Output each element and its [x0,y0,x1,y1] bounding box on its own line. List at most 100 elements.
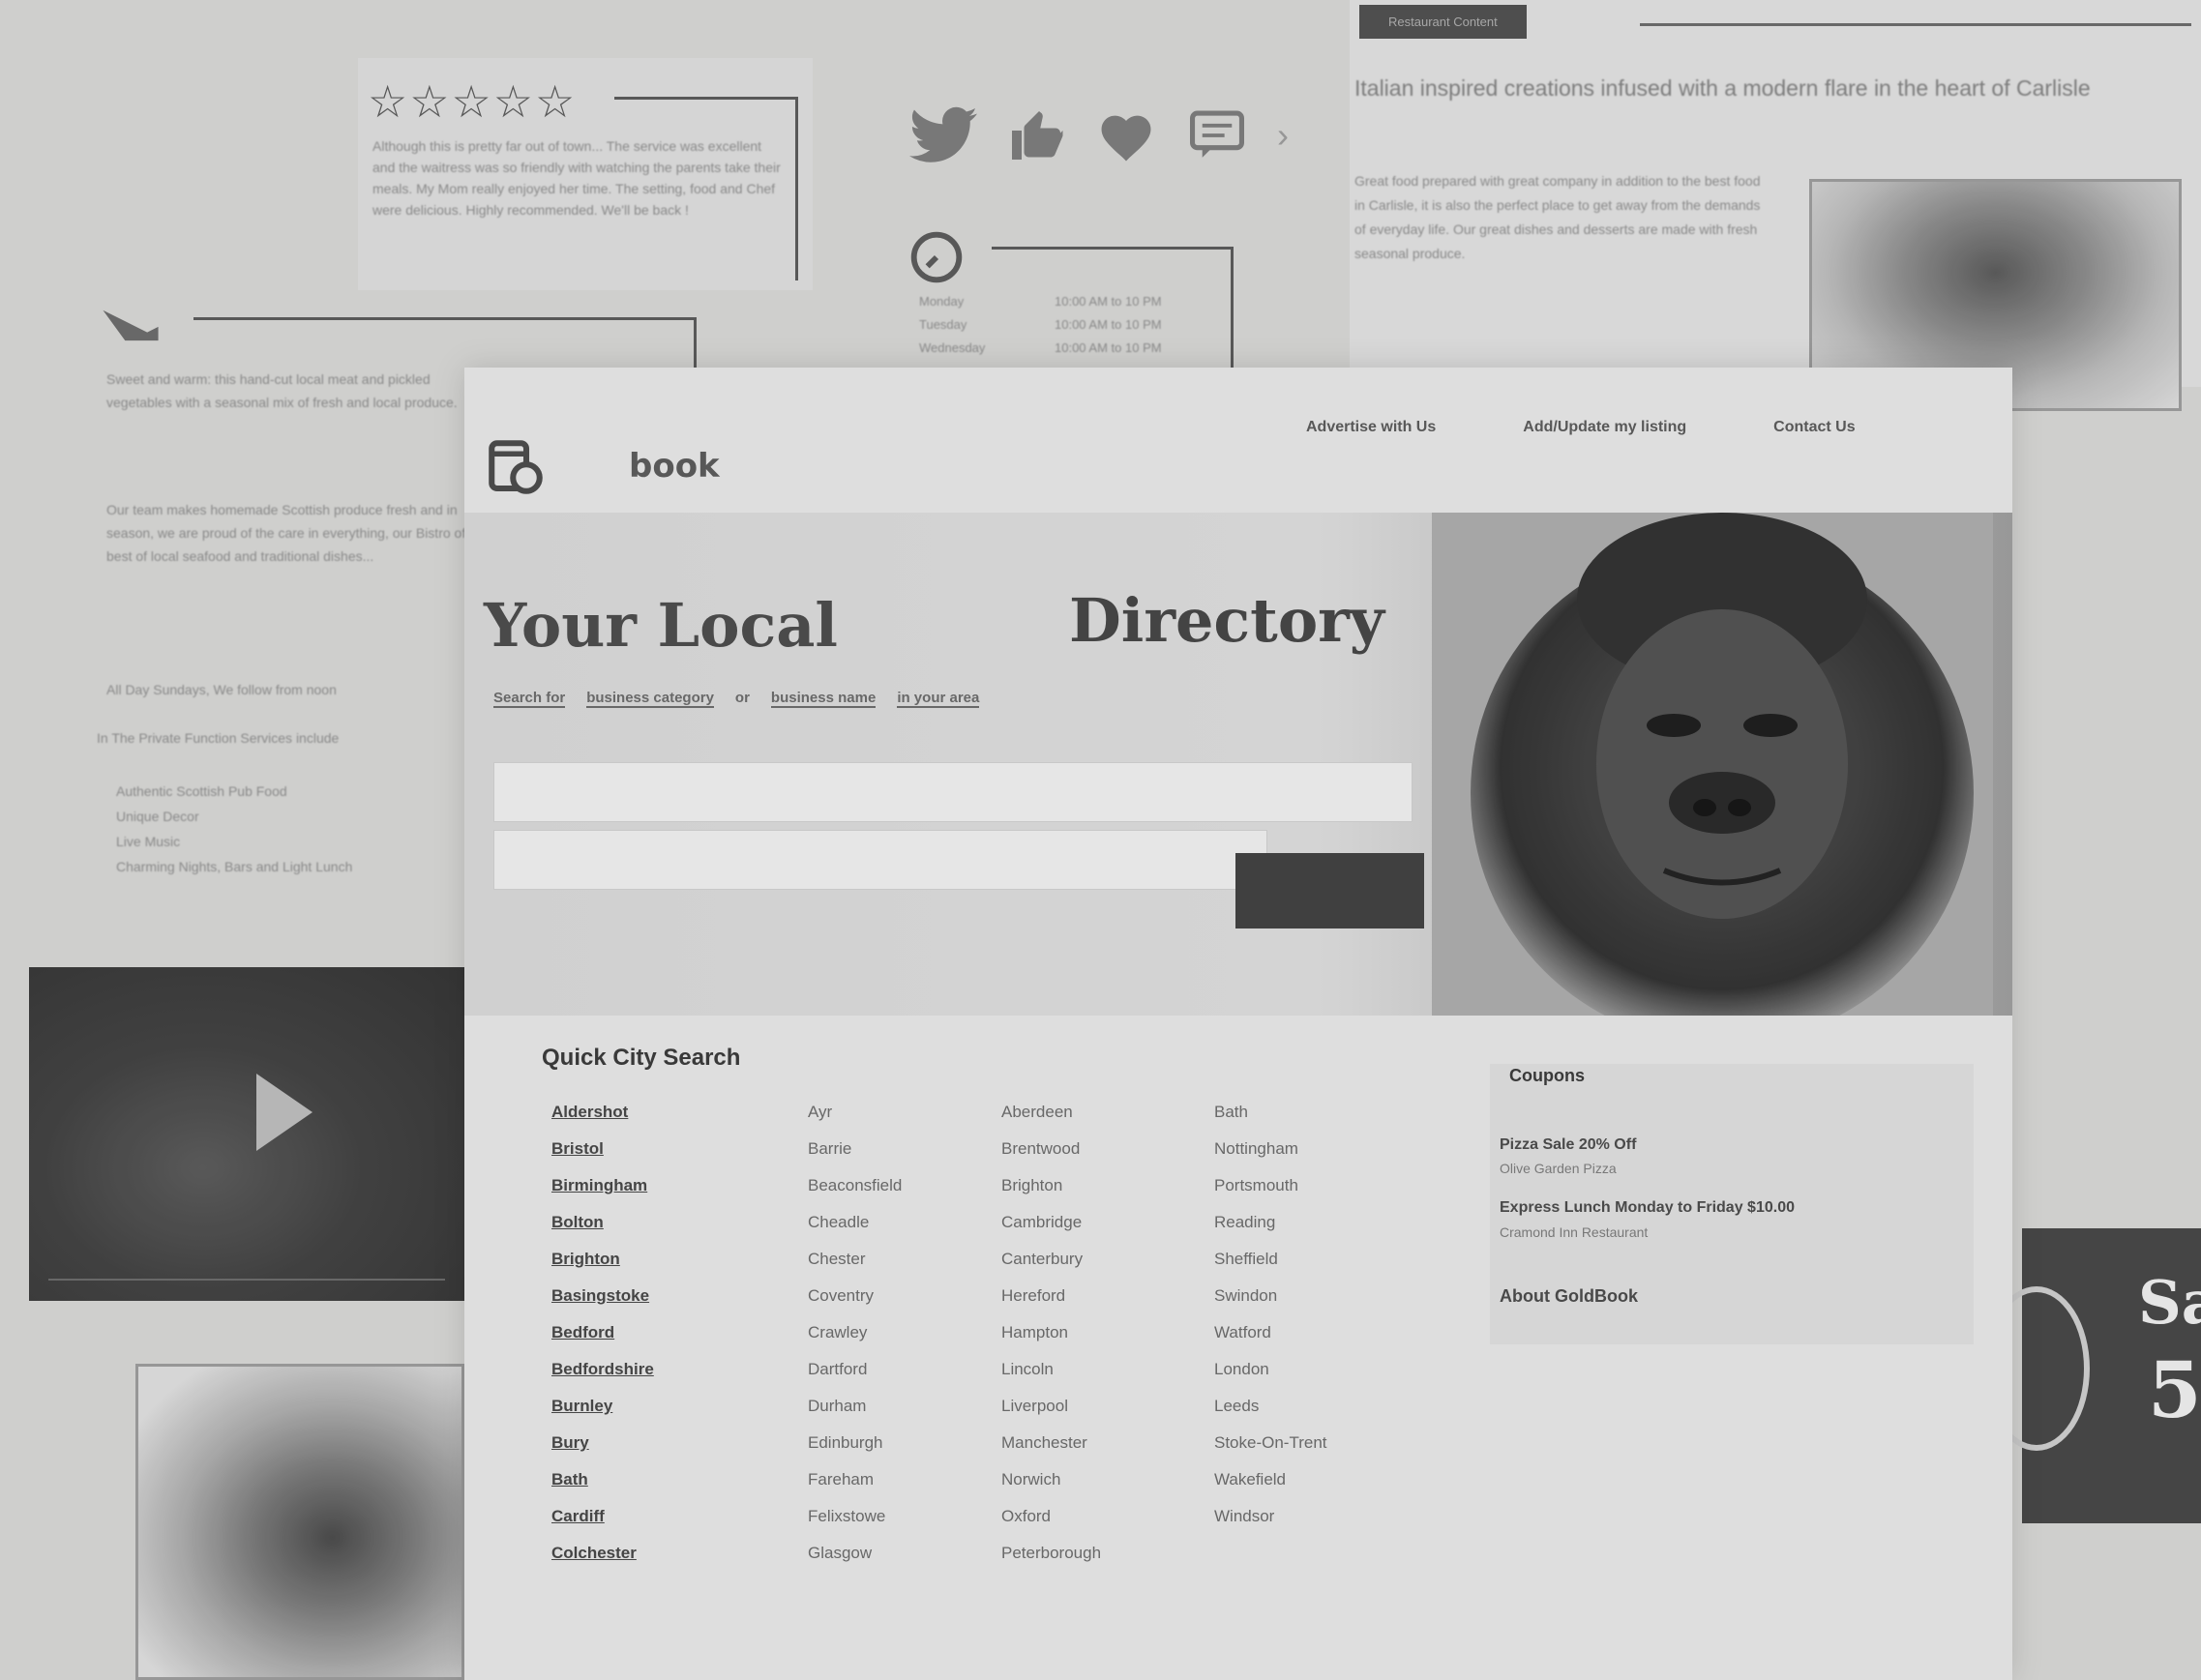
hours-table: Monday 10:00 AM to 10 PM Tuesday 10:00 AM … [919,290,1162,360]
city-link[interactable]: Peterborough [1001,1544,1101,1563]
chevron-right-icon[interactable]: › [1277,115,1289,156]
city-link[interactable]: Basingstoke [551,1286,654,1306]
article-paragraph-2: Our team makes homemade Scottish produce… [106,502,489,564]
social-icons-row: › [909,106,1289,164]
book-logo-icon[interactable] [484,435,548,499]
coupon-2-title[interactable]: Express Lunch Monday to Friday $10.00 [1500,1199,1795,1217]
pen-icon [103,309,159,341]
thumbs-up-icon[interactable] [1006,106,1066,164]
clock-icon [910,231,963,283]
nav-advertise[interactable]: Advertise with Us [1306,419,1436,436]
quick-city-search-title: Quick City Search [542,1045,741,1071]
city-link[interactable]: Burnley [551,1397,654,1416]
site-logo-text[interactable]: book [629,447,720,486]
about-link[interactable]: About GoldBook [1500,1286,1638,1307]
article-line-4: In The Private Function Services include [97,730,340,746]
directory-website: book Advertise with Us Add/Update my lis… [464,368,2012,1680]
city-link[interactable]: Swindon [1214,1286,1327,1306]
city-link[interactable]: Bedfordshire [551,1360,654,1379]
twitter-icon[interactable] [909,106,977,164]
city-link[interactable]: Reading [1214,1213,1327,1232]
city-link[interactable]: London [1214,1360,1327,1379]
restaurant-tag: Restaurant Content [1359,5,1527,39]
city-link[interactable]: Felixstowe [808,1507,902,1526]
city-link[interactable]: Lincoln [1001,1360,1101,1379]
city-link[interactable]: Durham [808,1397,902,1416]
text-line [2017,474,2201,629]
list-item: Unique Decor [116,809,199,824]
city-link[interactable]: Bury [551,1433,654,1453]
city-link[interactable]: Windsor [1214,1507,1327,1526]
city-link[interactable]: Birmingham [551,1176,654,1195]
hero-title-part-1: Your Local [484,590,838,661]
article-panel: Sweet and warm: this hand-cut local meat… [87,290,697,919]
coupon-1-detail: Olive Garden Pizza [1500,1161,1617,1176]
city-link[interactable]: Cheadle [808,1213,902,1232]
location-search-input[interactable] [493,830,1267,890]
city-link[interactable]: Hereford [1001,1286,1101,1306]
heart-icon[interactable] [1095,108,1157,162]
nav-add-listing[interactable]: Add/Update my listing [1523,419,1686,436]
city-link[interactable]: Watford [1214,1323,1327,1342]
hero-sub-item: business category [586,690,714,708]
city-link[interactable]: Leeds [1214,1397,1327,1416]
city-link[interactable]: Canterbury [1001,1250,1101,1269]
city-link[interactable]: Brighton [1001,1176,1101,1195]
city-link[interactable]: Aldershot [551,1103,654,1122]
city-link[interactable]: Coventry [808,1286,902,1306]
city-link[interactable]: Brentwood [1001,1139,1101,1159]
city-link[interactable]: Norwich [1001,1470,1101,1489]
category-search-input[interactable] [493,762,1413,822]
restaurant-panel: Restaurant Content Italian inspired crea… [1350,0,2201,411]
city-link[interactable]: Manchester [1001,1433,1101,1453]
article-line-3: All Day Sundays, We follow from noon [106,682,337,697]
hours-card: Monday 10:00 AM to 10 PM Tuesday 10:00 AM … [909,222,1238,368]
city-link[interactable]: Brighton [551,1250,654,1269]
city-link[interactable]: Bath [1214,1103,1327,1122]
city-link[interactable]: Crawley [808,1323,902,1342]
city-link[interactable]: Liverpool [1001,1397,1101,1416]
coupons-title: Coupons [1509,1066,1585,1085]
coupon-1-title[interactable]: Pizza Sale 20% Off [1500,1136,1636,1154]
badge-line-2: 5 [2148,1344,2201,1435]
hero-sub-item: in your area [897,690,980,708]
hero-sub-item: or [734,690,750,706]
city-link[interactable]: Ayr [808,1103,902,1122]
article-paragraph-1: Sweet and warm: this hand-cut local meat… [106,371,458,410]
city-link[interactable]: Wakefield [1214,1470,1327,1489]
city-link[interactable]: Fareham [808,1470,902,1489]
hero-sub-item: business name [770,690,877,708]
city-link[interactable]: Cambridge [1001,1213,1101,1232]
city-link[interactable]: Oxford [1001,1507,1101,1526]
review-text: Although this is pretty far out of town.… [372,138,781,218]
city-link[interactable]: Chester [808,1250,902,1269]
city-link[interactable]: Barrie [808,1139,902,1159]
city-link[interactable]: Dartford [808,1360,902,1379]
city-link[interactable]: Bristol [551,1139,654,1159]
promo-badge: Sa 5 [1983,1228,2201,1523]
comment-icon[interactable] [1186,108,1248,162]
video-controls[interactable] [48,1279,445,1286]
hours-row: Monday 10:00 AM to 10 PM [919,294,1162,309]
city-link[interactable]: Colchester [551,1544,654,1563]
city-link[interactable]: Bath [551,1470,654,1489]
city-link[interactable]: Glasgow [808,1544,902,1563]
city-link[interactable]: Cardiff [551,1507,654,1526]
dish-photo [135,1364,464,1680]
city-link[interactable]: Bolton [551,1213,654,1232]
city-link[interactable]: Bedford [551,1323,654,1342]
city-link[interactable]: Stoke-On-Trent [1214,1433,1327,1453]
divider [1640,23,2191,26]
city-link[interactable]: Portsmouth [1214,1176,1327,1195]
nav-contact[interactable]: Contact Us [1773,419,1855,436]
city-link[interactable]: Sheffield [1214,1250,1327,1269]
list-item: Live Music [116,834,181,849]
city-link[interactable]: Hampton [1001,1323,1101,1342]
city-link[interactable]: Nottingham [1214,1139,1327,1159]
city-link[interactable]: Beaconsfield [808,1176,902,1195]
city-link[interactable]: Aberdeen [1001,1103,1101,1122]
search-button[interactable] [1235,853,1424,928]
video-player[interactable] [29,967,464,1301]
play-icon[interactable] [256,1074,312,1151]
city-link[interactable]: Edinburgh [808,1433,902,1453]
